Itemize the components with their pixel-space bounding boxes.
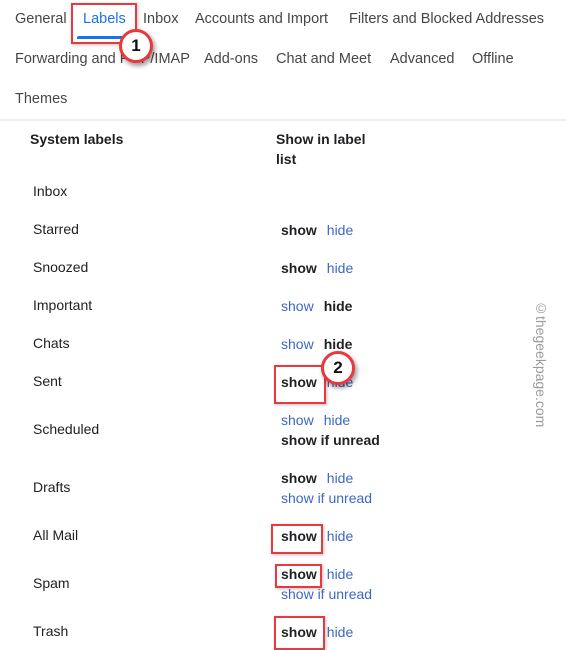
label-trash: Trash	[33, 623, 69, 639]
tab-advanced[interactable]: Advanced	[390, 51, 455, 67]
snoozed-hide-link[interactable]: hide	[327, 260, 353, 276]
all-mail-hide-link[interactable]: hide	[327, 528, 353, 544]
tab-filters-and-blocked-addresses[interactable]: Filters and Blocked Addresses	[349, 11, 544, 27]
label-drafts: Drafts	[33, 479, 71, 495]
label-scheduled: Scheduled	[33, 421, 100, 437]
tab-accounts-and-import[interactable]: Accounts and Import	[195, 11, 328, 27]
label-all-mail: All Mail	[33, 527, 79, 543]
label-inbox: Inbox	[33, 183, 68, 199]
drafts-show-if-unread-link[interactable]: show if unread	[281, 490, 372, 506]
highlight-box-sent-show	[274, 365, 326, 404]
scheduled-show-link[interactable]: show	[281, 412, 314, 428]
step-badge-1: 1	[119, 29, 153, 63]
tab-forwarding-pop-imap[interactable]: Forwarding and POP/IMAP	[15, 51, 190, 67]
starred-show: show	[281, 222, 317, 238]
step-badge-2: 2	[321, 351, 355, 385]
important-hide: hide	[323, 298, 353, 314]
label-spam: Spam	[33, 575, 70, 591]
tab-themes[interactable]: Themes	[15, 91, 67, 107]
highlight-box-trash-show	[274, 616, 325, 650]
drafts-options: show hide show if unread	[281, 468, 382, 508]
spam-show-if-unread-link[interactable]: show if unread	[281, 586, 372, 602]
important-show-link[interactable]: show	[281, 298, 314, 314]
label-sent: Sent	[33, 373, 62, 389]
tab-inbox[interactable]: Inbox	[143, 11, 178, 27]
highlight-box-spam-show	[275, 564, 322, 588]
chats-hide: hide	[323, 336, 353, 352]
drafts-hide-link[interactable]: hide	[327, 470, 353, 486]
label-snoozed: Snoozed	[33, 259, 89, 275]
tab-offline[interactable]: Offline	[472, 51, 514, 67]
snoozed-options: show hide	[281, 258, 363, 278]
scheduled-options: show hide show if unread	[281, 410, 390, 450]
snoozed-show: show	[281, 260, 317, 276]
tab-chat-and-meet[interactable]: Chat and Meet	[276, 51, 371, 67]
label-important: Important	[33, 297, 93, 313]
tab-add-ons[interactable]: Add-ons	[204, 51, 258, 67]
starred-options: show hide	[281, 220, 363, 240]
highlight-box-all-mail-show	[271, 524, 323, 554]
chats-show-link[interactable]: show	[281, 336, 314, 352]
chats-options: show hide	[281, 334, 362, 354]
show-in-label-list-header: Show in label list	[276, 131, 366, 167]
scheduled-hide-link[interactable]: hide	[324, 412, 350, 428]
important-options: show hide	[281, 296, 362, 316]
label-starred: Starred	[33, 221, 79, 237]
drafts-show: show	[281, 470, 317, 486]
scheduled-show-if-unread: show if unread	[281, 432, 380, 448]
trash-hide-link[interactable]: hide	[327, 624, 353, 640]
spam-hide-link[interactable]: hide	[327, 566, 353, 582]
label-chats: Chats	[33, 335, 70, 351]
system-labels-header: System labels	[30, 131, 124, 147]
tab-general[interactable]: General	[15, 11, 67, 27]
header-divider	[0, 119, 566, 121]
watermark: ©thegeekpage.com	[533, 300, 549, 428]
starred-hide-link[interactable]: hide	[327, 222, 353, 238]
